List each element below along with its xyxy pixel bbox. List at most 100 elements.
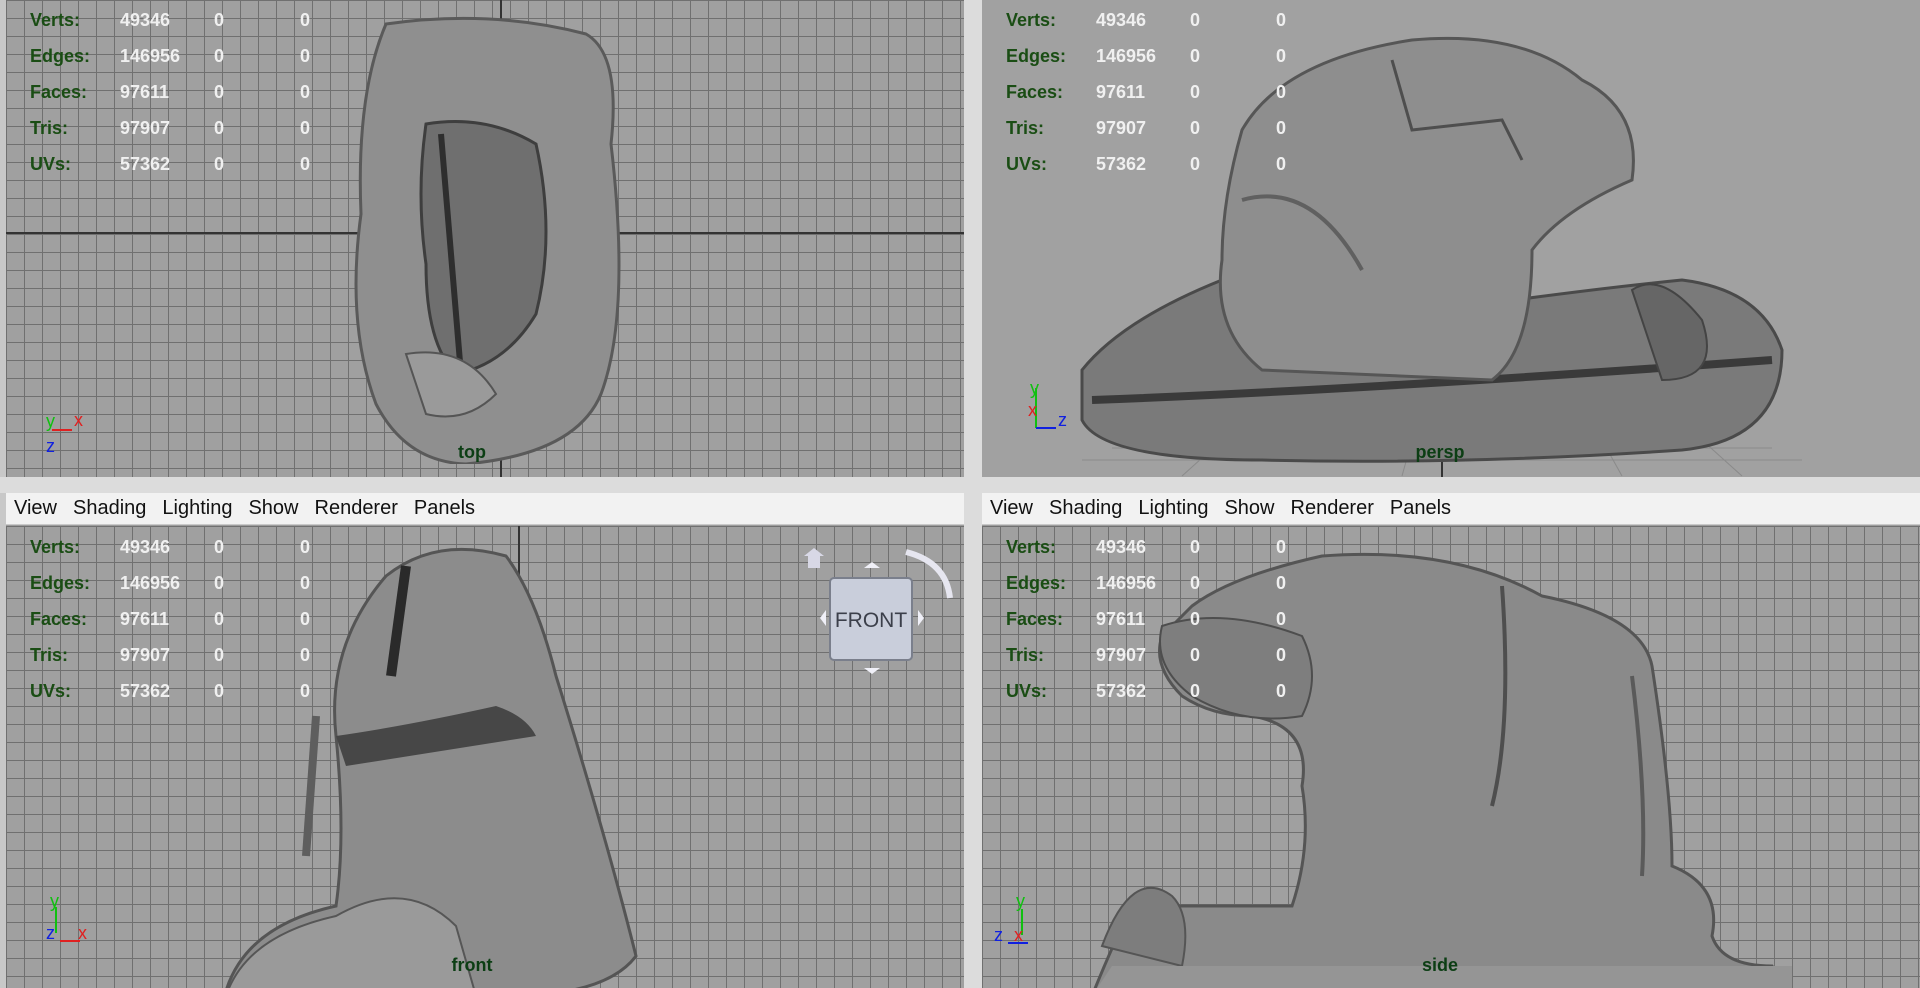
svg-text:y: y bbox=[46, 411, 55, 431]
hud-value: 49346 bbox=[1096, 537, 1147, 557]
viewport-splitter-vertical[interactable] bbox=[964, 0, 982, 988]
hud-value: 146956 bbox=[120, 573, 181, 593]
hud-b: 0 bbox=[300, 681, 311, 701]
view-cube[interactable]: FRONT bbox=[796, 538, 956, 688]
hud-a: 0 bbox=[214, 82, 225, 102]
hud-label: Edges: bbox=[1006, 46, 1067, 66]
axis-gizmo-top: y x z bbox=[46, 410, 83, 456]
hud-label: Tris: bbox=[1006, 118, 1045, 138]
hud-row: Faces: 97611 0 0 bbox=[30, 601, 340, 637]
hud-row: Tris: 97907 0 0 bbox=[1006, 637, 1316, 673]
viewport-splitter-horizontal[interactable] bbox=[0, 477, 1920, 493]
hud-b: 0 bbox=[300, 118, 311, 138]
hud-a: 0 bbox=[1190, 118, 1201, 138]
poly-count-hud-front: Verts: 49346 0 0 Edges: 146956 0 0 Faces: 97611 0 0… bbox=[30, 529, 340, 709]
hud-row: Edges: 146956 0 0 bbox=[1006, 38, 1316, 74]
hud-a: 0 bbox=[1190, 681, 1201, 701]
hud-label: UVs: bbox=[30, 681, 72, 701]
hud-label: Tris: bbox=[1006, 645, 1045, 665]
hud-value: 49346 bbox=[120, 10, 171, 30]
hud-label: UVs: bbox=[30, 154, 72, 174]
svg-text:z: z bbox=[1058, 410, 1067, 430]
hud-a: 0 bbox=[1190, 154, 1201, 174]
hud-b: 0 bbox=[300, 154, 311, 174]
hud-value: 97907 bbox=[1096, 645, 1147, 665]
menu-lighting[interactable]: Lighting bbox=[162, 497, 232, 520]
hud-label: Faces: bbox=[30, 609, 88, 629]
hud-a: 0 bbox=[214, 645, 225, 665]
hud-a: 0 bbox=[214, 118, 225, 138]
hud-value: 97611 bbox=[1096, 82, 1146, 102]
hud-row: Tris: 97907 0 0 bbox=[30, 110, 340, 146]
hud-label: Verts: bbox=[30, 10, 81, 30]
panel-menu-bar-front: View Shading Lighting Show Renderer Panels bbox=[6, 493, 964, 525]
svg-text:z: z bbox=[46, 923, 55, 943]
svg-text:z: z bbox=[46, 436, 55, 456]
hud-label: Faces: bbox=[30, 82, 88, 102]
hud-label: UVs: bbox=[1006, 154, 1048, 174]
menu-view[interactable]: View bbox=[14, 497, 57, 520]
menu-panels[interactable]: Panels bbox=[1390, 497, 1451, 520]
svg-text:x: x bbox=[1028, 400, 1037, 420]
hud-row: Edges: 146956 0 0 bbox=[1006, 565, 1316, 601]
menu-show[interactable]: Show bbox=[248, 497, 298, 520]
hud-a: 0 bbox=[1190, 573, 1201, 593]
hud-b: 0 bbox=[300, 46, 311, 66]
hud-value: 146956 bbox=[1096, 46, 1157, 66]
hud-row: Verts: 49346 0 0 bbox=[1006, 529, 1316, 565]
viewport-front[interactable]: View Shading Lighting Show Renderer Panels FR… bbox=[6, 493, 964, 988]
hud-b: 0 bbox=[1276, 681, 1287, 701]
hud-a: 0 bbox=[1190, 46, 1201, 66]
axis-gizmo-front: y z x bbox=[46, 891, 87, 943]
hud-a: 0 bbox=[214, 609, 225, 629]
hud-value: 97907 bbox=[1096, 118, 1147, 138]
hud-label: Tris: bbox=[30, 645, 69, 665]
menu-shading[interactable]: Shading bbox=[1049, 497, 1122, 520]
menu-renderer[interactable]: Renderer bbox=[315, 497, 398, 520]
viewport-top[interactable]: Verts: 49346 0 0 Edges: 146956 0 0 Faces: 97611 0 0… bbox=[6, 0, 964, 477]
hud-row: UVs: 57362 0 0 bbox=[1006, 146, 1316, 182]
hud-a: 0 bbox=[214, 573, 225, 593]
hud-row: Tris: 97907 0 0 bbox=[30, 637, 340, 673]
hud-label: Edges: bbox=[30, 573, 91, 593]
hud-label: Verts: bbox=[1006, 537, 1057, 557]
menu-shading[interactable]: Shading bbox=[73, 497, 146, 520]
hud-row: Faces: 97611 0 0 bbox=[1006, 601, 1316, 637]
camera-label-persp: persp bbox=[1415, 442, 1465, 462]
view-cube-arrow-left[interactable] bbox=[820, 610, 826, 626]
hud-value: 146956 bbox=[120, 46, 181, 66]
view-cube-arrow-up[interactable] bbox=[864, 562, 880, 568]
hud-value: 57362 bbox=[1096, 681, 1147, 701]
home-icon[interactable] bbox=[804, 548, 824, 568]
hud-value: 49346 bbox=[120, 537, 171, 557]
hud-value: 57362 bbox=[1096, 154, 1147, 174]
camera-label-side: side bbox=[1421, 955, 1459, 975]
hud-value: 97611 bbox=[120, 82, 170, 102]
hud-label: Verts: bbox=[30, 537, 81, 557]
hud-a: 0 bbox=[1190, 537, 1201, 557]
hud-row: Edges: 146956 0 0 bbox=[30, 565, 340, 601]
menu-renderer[interactable]: Renderer bbox=[1291, 497, 1374, 520]
menu-panels[interactable]: Panels bbox=[414, 497, 475, 520]
svg-text:x: x bbox=[74, 410, 83, 430]
viewport-side[interactable]: View Shading Lighting Show Renderer Panels Ve… bbox=[982, 493, 1920, 988]
hud-row: UVs: 57362 0 0 bbox=[30, 673, 340, 709]
hud-row: Faces: 97611 0 0 bbox=[1006, 74, 1316, 110]
svg-text:y: y bbox=[1016, 891, 1025, 911]
svg-text:x: x bbox=[1014, 925, 1023, 945]
hud-label: UVs: bbox=[1006, 681, 1048, 701]
hud-a: 0 bbox=[214, 46, 225, 66]
hud-row: Verts: 49346 0 0 bbox=[30, 2, 340, 38]
view-cube-arrow-right[interactable] bbox=[918, 610, 924, 626]
menu-show[interactable]: Show bbox=[1224, 497, 1274, 520]
hud-value: 97611 bbox=[120, 609, 170, 629]
hud-b: 0 bbox=[300, 573, 311, 593]
viewport-persp[interactable]: Verts: 49346 0 0 Edges: 146956 0 0 Faces: 97611 0 0… bbox=[982, 0, 1920, 477]
view-cube-arrow-down[interactable] bbox=[864, 668, 880, 674]
hud-row: UVs: 57362 0 0 bbox=[1006, 673, 1316, 709]
mesh-top-view[interactable] bbox=[346, 14, 636, 464]
hud-b: 0 bbox=[1276, 154, 1287, 174]
view-cube-label: FRONT bbox=[835, 609, 907, 632]
menu-lighting[interactable]: Lighting bbox=[1138, 497, 1208, 520]
menu-view[interactable]: View bbox=[990, 497, 1033, 520]
